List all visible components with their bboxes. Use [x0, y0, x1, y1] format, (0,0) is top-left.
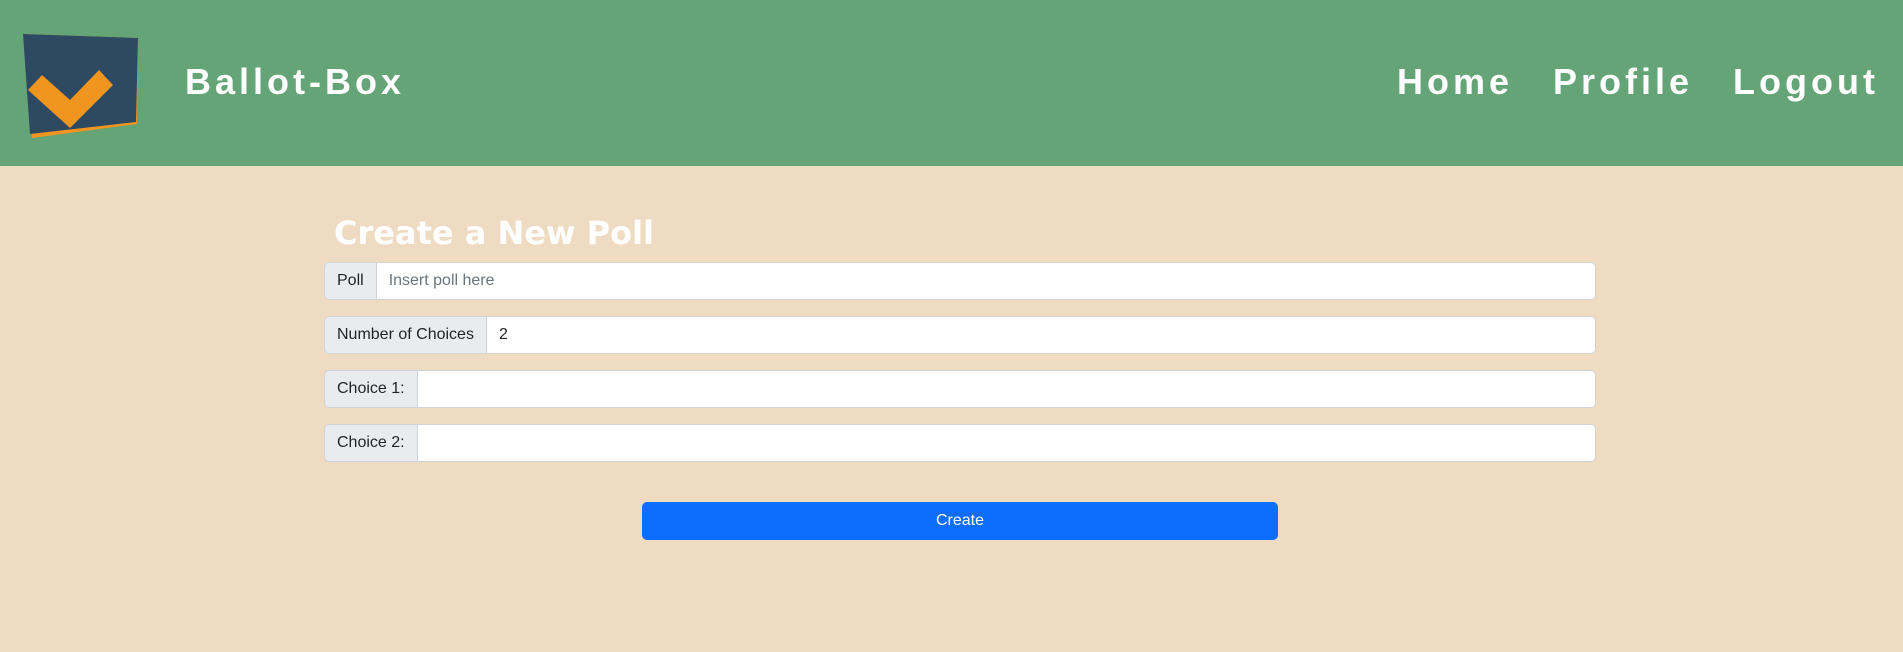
ballot-box-check-icon[interactable]	[18, 28, 142, 142]
create-button[interactable]: Create	[642, 502, 1278, 540]
poll-input-group: Poll	[324, 262, 1596, 300]
poll-label: Poll	[324, 262, 376, 300]
navbar: Ballot-Box Home Profile Logout	[0, 0, 1903, 166]
choice-1-input[interactable]	[416, 370, 1596, 408]
poll-form: Create a New Poll Poll Number of Choices…	[324, 214, 1596, 478]
nav-links: Home Profile Logout	[1397, 60, 1879, 104]
choices-count-input-group: Number of Choices	[324, 316, 1596, 354]
choices-count-label: Number of Choices	[324, 316, 486, 354]
page-title: Create a New Poll	[334, 214, 654, 252]
brand-title[interactable]: Ballot-Box	[185, 60, 405, 104]
choice-1-input-group: Choice 1:	[324, 370, 1596, 408]
nav-logout-link[interactable]: Logout	[1733, 60, 1879, 104]
nav-profile-link[interactable]: Profile	[1553, 60, 1693, 104]
choice-2-label: Choice 2:	[324, 424, 417, 462]
choice-1-label: Choice 1:	[324, 370, 417, 408]
choice-2-input[interactable]	[416, 424, 1596, 462]
nav-home-link[interactable]: Home	[1397, 60, 1513, 104]
choice-2-input-group: Choice 2:	[324, 424, 1596, 462]
choices-count-input[interactable]	[485, 316, 1596, 354]
poll-input[interactable]	[375, 262, 1596, 300]
